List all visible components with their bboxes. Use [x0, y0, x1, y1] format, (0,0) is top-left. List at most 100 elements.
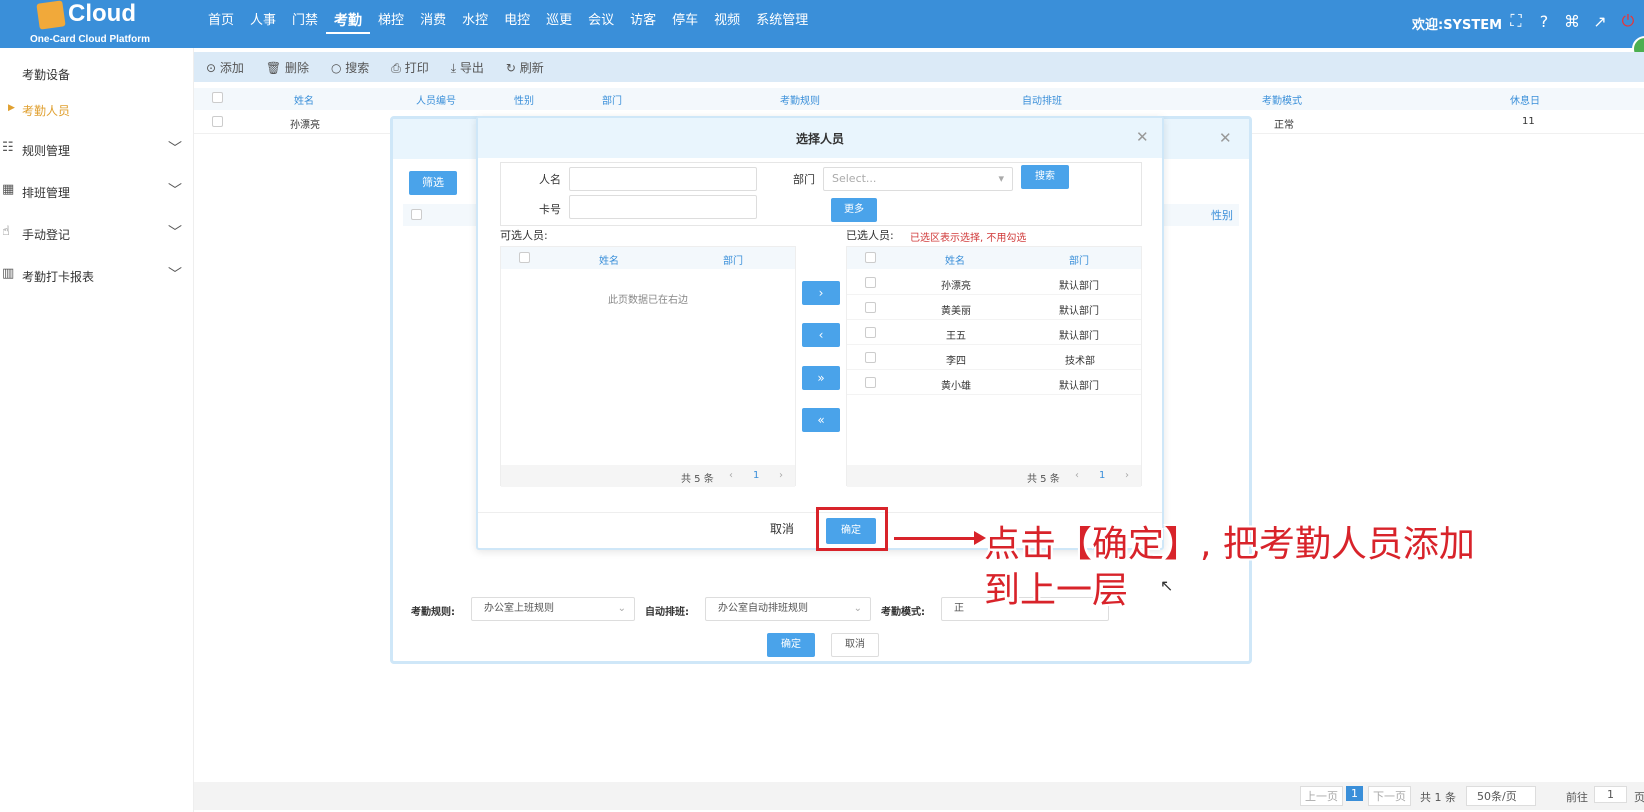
delete-button[interactable]: 🗑 删除: [266, 59, 309, 76]
column-header[interactable]: 自动排班: [1022, 92, 1062, 107]
rule-label: 考勤规则:: [411, 607, 455, 618]
nav-patrol[interactable]: 巡更: [538, 0, 580, 42]
select-all-checkbox[interactable]: [519, 252, 530, 263]
next-page-icon[interactable]: ›: [1125, 470, 1129, 481]
row-checkbox[interactable]: [865, 327, 876, 338]
select-all-checkbox[interactable]: [212, 92, 223, 103]
nav-water[interactable]: 水控: [454, 0, 496, 42]
dept-placeholder: Select...: [832, 172, 877, 185]
column-header[interactable]: 考勤规则: [780, 92, 820, 107]
goto-input[interactable]: 1: [1594, 786, 1627, 803]
table-header: 姓名 部门: [501, 247, 795, 269]
card-input[interactable]: [569, 195, 757, 219]
selected-label: 已选人员:: [846, 229, 894, 242]
move-left-button[interactable]: ‹: [802, 323, 840, 347]
nav-hr[interactable]: 人事: [242, 0, 284, 42]
prev-page-icon[interactable]: ‹: [1075, 470, 1079, 481]
sidebar-item-attendance-staff[interactable]: ▶ 考勤人员: [0, 88, 194, 128]
sidebar: 考勤设备 ▶ 考勤人员 ☷ 规则管理 ﹀ ▦ 排班管理 ﹀ ☝ 手动登记 ﹀ ▥…: [0, 48, 194, 812]
search-button[interactable]: 搜索: [1021, 165, 1069, 189]
column-header[interactable]: 性别: [514, 92, 534, 107]
more-button[interactable]: 更多: [831, 198, 877, 222]
page-number[interactable]: 1: [1099, 470, 1105, 481]
list-item[interactable]: 王五 默认部门: [847, 321, 1141, 345]
sidebar-item-rule-management[interactable]: ☷ 规则管理 ﹀: [0, 128, 194, 168]
move-all-right-button[interactable]: »: [802, 366, 840, 390]
next-page-button[interactable]: 下一页: [1368, 786, 1411, 806]
list-icon: ☷: [2, 140, 14, 155]
filter-button[interactable]: 筛选: [409, 171, 457, 195]
sidebar-item-shift-management[interactable]: ▦ 排班管理 ﹀: [0, 170, 194, 210]
add-button[interactable]: ⊙ 添加: [206, 59, 244, 76]
current-page[interactable]: 1: [1346, 786, 1363, 801]
language-icon[interactable]: ⌘: [1561, 10, 1583, 32]
page-number[interactable]: 1: [753, 470, 759, 481]
power-icon[interactable]: ⏻: [1617, 10, 1639, 32]
list-item[interactable]: 孙漂亮 默认部门: [847, 271, 1141, 295]
list-item[interactable]: 黄美丽 默认部门: [847, 296, 1141, 320]
sidebar-item-attendance-report[interactable]: ▥ 考勤打卡报表 ﹀: [0, 254, 194, 294]
move-right-button[interactable]: ›: [802, 281, 840, 305]
outer-ok-button[interactable]: 确定: [767, 633, 815, 657]
row-checkbox[interactable]: [865, 377, 876, 388]
hand-icon: ☝: [2, 224, 10, 239]
list-item[interactable]: 李四 技术部: [847, 346, 1141, 370]
nav-power[interactable]: 电控: [496, 0, 538, 42]
row-checkbox[interactable]: [865, 302, 876, 313]
prev-page-button[interactable]: 上一页: [1300, 786, 1343, 806]
column-header[interactable]: 考勤模式: [1262, 92, 1302, 107]
nav-attendance[interactable]: 考勤: [326, 2, 371, 34]
page-size-select[interactable]: 50条/页: [1466, 786, 1536, 806]
nav-meeting[interactable]: 会议: [580, 0, 622, 42]
nav-elevator[interactable]: 梯控: [370, 0, 412, 42]
column-header[interactable]: 人员编号: [416, 92, 456, 107]
nav-parking[interactable]: 停车: [664, 0, 706, 42]
row-checkbox[interactable]: [212, 116, 223, 127]
chevron-down-icon: ▾: [998, 172, 1004, 185]
move-all-left-button[interactable]: «: [802, 408, 840, 432]
cell-dept: 默认部门: [1059, 306, 1099, 317]
next-page-icon[interactable]: ›: [779, 470, 783, 481]
dept-label: 部门: [793, 173, 815, 186]
nav-consume[interactable]: 消费: [412, 0, 454, 42]
close-icon[interactable]: ✕: [1136, 128, 1149, 146]
column-header[interactable]: 休息日: [1510, 92, 1540, 107]
nav-home[interactable]: 首页: [200, 0, 242, 42]
row-checkbox[interactable]: [865, 352, 876, 363]
column-header-gender[interactable]: 性别: [1211, 207, 1233, 223]
help-icon[interactable]: ?: [1533, 10, 1555, 32]
cell-dept: 默认部门: [1059, 331, 1099, 342]
logo[interactable]: Cloud One-Card Cloud Platform: [28, 0, 158, 48]
print-button[interactable]: ⎙ 打印: [391, 59, 428, 76]
search-button[interactable]: ○ 搜索: [331, 59, 369, 76]
nav-system[interactable]: 系统管理: [748, 0, 816, 42]
auto-shift-select[interactable]: 办公室自动排班规则 ⌄: [705, 597, 871, 621]
fullscreen-icon[interactable]: ⛶: [1505, 10, 1527, 32]
dept-select[interactable]: Select... ▾: [823, 167, 1013, 191]
inner-cancel-button[interactable]: 取消: [770, 520, 794, 537]
nav-visitor[interactable]: 访客: [622, 0, 664, 42]
page-size-value: 50条/页: [1477, 790, 1517, 803]
outer-cancel-button[interactable]: 取消: [831, 633, 879, 657]
nav-access[interactable]: 门禁: [284, 0, 326, 42]
close-icon[interactable]: ✕: [1219, 129, 1232, 147]
chevron-down-icon: ﹀: [168, 183, 182, 199]
sidebar-item-attendance-device[interactable]: 考勤设备: [0, 52, 194, 92]
select-all-checkbox[interactable]: [865, 252, 876, 263]
rule-select[interactable]: 办公室上班规则 ⌄: [471, 597, 635, 621]
annotation-arrow: [894, 537, 980, 540]
refresh-button[interactable]: ↻ 刷新: [506, 59, 544, 76]
list-item[interactable]: 黄小雄 默认部门: [847, 371, 1141, 395]
mode-label: 考勤模式:: [881, 607, 925, 618]
column-header[interactable]: 姓名: [294, 92, 314, 107]
column-header[interactable]: 部门: [602, 92, 622, 107]
goto-label: 前往: [1566, 791, 1588, 804]
select-all-checkbox[interactable]: [411, 209, 422, 220]
row-checkbox[interactable]: [865, 277, 876, 288]
sidebar-item-manual-register[interactable]: ☝ 手动登记 ﹀: [0, 212, 194, 252]
nav-video[interactable]: 视频: [706, 0, 748, 42]
prev-page-icon[interactable]: ‹: [729, 470, 733, 481]
export-button[interactable]: ⤓ 导出: [451, 59, 484, 76]
name-input[interactable]: [569, 167, 757, 191]
external-link-icon[interactable]: ↗: [1589, 10, 1611, 32]
